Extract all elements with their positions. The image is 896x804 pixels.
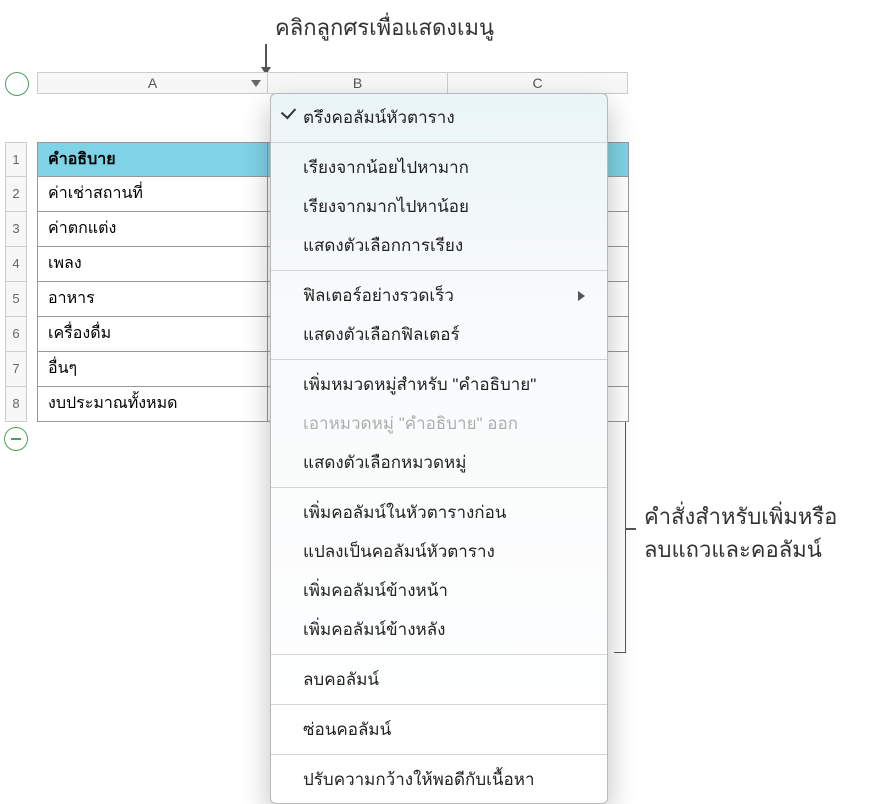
menu-freeze-header-column[interactable]: ตรึงคอลัมน์หัวตาราง — [271, 98, 607, 137]
row-header[interactable]: 6 — [5, 317, 27, 352]
callout-top-text: คลิกลูกศรเพื่อแสดงเมนู — [275, 10, 494, 45]
menu-separator — [271, 270, 607, 271]
menu-sort-ascending[interactable]: เรียงจากน้อยไปหามาก — [271, 148, 607, 187]
menu-separator — [271, 704, 607, 705]
menu-item-label: ฟิลเตอร์อย่างรวดเร็ว — [303, 282, 454, 309]
callout-right-text: คำสั่งสำหรับเพิ่มหรือ ลบแถวและคอลัมน์ — [644, 500, 837, 566]
menu-show-sort-options[interactable]: แสดงตัวเลือกการเรียง — [271, 226, 607, 265]
menu-item-label: แปลงเป็นคอลัมน์หัวตาราง — [303, 538, 495, 565]
cell[interactable]: เพลง — [37, 247, 268, 282]
bracket-tick-icon — [626, 528, 636, 530]
menu-item-label: เพิ่มคอลัมน์ในหัวตารางก่อน — [303, 499, 506, 526]
column-header-label: A — [148, 75, 157, 91]
menu-item-label: เรียงจากมากไปหาน้อย — [303, 193, 469, 220]
menu-item-label: ลบคอลัมน์ — [303, 666, 379, 693]
cell[interactable]: อื่นๆ — [37, 352, 268, 387]
column-header-b[interactable]: B — [268, 72, 448, 94]
column-headers: A B C — [37, 72, 628, 94]
cell[interactable]: ค่าเช่าสถานที่ — [37, 177, 268, 212]
row-header[interactable]: 7 — [5, 352, 27, 387]
menu-item-label: ซ่อนคอลัมน์ — [303, 716, 391, 743]
cell[interactable]: งบประมาณทั้งหมด — [37, 387, 268, 422]
cell[interactable]: ค่าตกแต่ง — [37, 212, 268, 247]
menu-item-label: ตรึงคอลัมน์หัวตาราง — [303, 104, 455, 131]
menu-item-label: เพิ่มหมวดหมู่สำหรับ "คำอธิบาย" — [303, 371, 536, 398]
menu-item-label: แสดงตัวเลือกหมวดหมู่ — [303, 449, 466, 476]
menu-show-category-options[interactable]: แสดงตัวเลือกหมวดหมู่ — [271, 443, 607, 482]
chevron-down-icon[interactable] — [251, 80, 261, 87]
column-header-c[interactable]: C — [448, 72, 628, 94]
menu-item-label: เพิ่มคอลัมน์ข้างหน้า — [303, 577, 448, 604]
callout-right-line1: คำสั่งสำหรับเพิ่มหรือ — [644, 500, 837, 533]
menu-remove-category: เอาหมวดหมู่ "คำอธิบาย" ออก — [271, 404, 607, 443]
menu-item-label: ปรับความกว้างให้พอดีกับเนื้อหา — [303, 766, 535, 793]
menu-add-column-after[interactable]: เพิ่มคอลัมน์ข้างหลัง — [271, 610, 607, 649]
menu-fit-width[interactable]: ปรับความกว้างให้พอดีกับเนื้อหา — [271, 760, 607, 799]
menu-show-filter-options[interactable]: แสดงตัวเลือกฟิลเตอร์ — [271, 315, 607, 354]
row-header[interactable]: 2 — [5, 177, 27, 212]
row-header[interactable]: 8 — [5, 387, 27, 422]
callout-right-line2: ลบแถวและคอลัมน์ — [644, 533, 837, 566]
menu-add-category[interactable]: เพิ่มหมวดหมู่สำหรับ "คำอธิบาย" — [271, 365, 607, 404]
cell[interactable]: คำอธิบาย — [37, 142, 268, 177]
menu-convert-to-header-column[interactable]: แปลงเป็นคอลัมน์หัวตาราง — [271, 532, 607, 571]
column-context-menu: ตรึงคอลัมน์หัวตาราง เรียงจากน้อยไปหามาก … — [270, 93, 608, 804]
menu-add-header-column-before[interactable]: เพิ่มคอลัมน์ในหัวตารางก่อน — [271, 493, 607, 532]
row-header[interactable]: 5 — [5, 282, 27, 317]
row-header[interactable]: 3 — [5, 212, 27, 247]
menu-separator — [271, 654, 607, 655]
chevron-right-icon — [578, 291, 585, 301]
row-header[interactable]: 1 — [5, 142, 27, 177]
row-header[interactable]: 4 — [5, 247, 27, 282]
menu-quick-filter[interactable]: ฟิลเตอร์อย่างรวดเร็ว — [271, 276, 607, 315]
menu-separator — [271, 487, 607, 488]
cell[interactable]: เครื่องดื่ม — [37, 317, 268, 352]
table-corner-handle[interactable] — [5, 72, 29, 96]
menu-separator — [271, 754, 607, 755]
menu-item-label: แสดงตัวเลือกการเรียง — [303, 232, 463, 259]
add-row-button[interactable] — [4, 427, 28, 451]
menu-separator — [271, 359, 607, 360]
menu-delete-column[interactable]: ลบคอลัมน์ — [271, 660, 607, 699]
cell[interactable]: อาหาร — [37, 282, 268, 317]
column-header-a[interactable]: A — [37, 72, 268, 94]
callout-arrow-icon — [265, 44, 267, 74]
menu-item-label: เอาหมวดหมู่ "คำอธิบาย" ออก — [303, 410, 518, 437]
checkmark-icon — [281, 104, 296, 120]
menu-item-label: แสดงตัวเลือกฟิลเตอร์ — [303, 321, 460, 348]
menu-separator — [271, 142, 607, 143]
menu-hide-column[interactable]: ซ่อนคอลัมน์ — [271, 710, 607, 749]
menu-add-column-before[interactable]: เพิ่มคอลัมน์ข้างหน้า — [271, 571, 607, 610]
menu-sort-descending[interactable]: เรียงจากมากไปหาน้อย — [271, 187, 607, 226]
row-headers: 1 2 3 4 5 6 7 8 — [5, 142, 27, 422]
bracket-icon — [614, 407, 626, 653]
menu-item-label: เรียงจากน้อยไปหามาก — [303, 154, 469, 181]
menu-item-label: เพิ่มคอลัมน์ข้างหลัง — [303, 616, 445, 643]
